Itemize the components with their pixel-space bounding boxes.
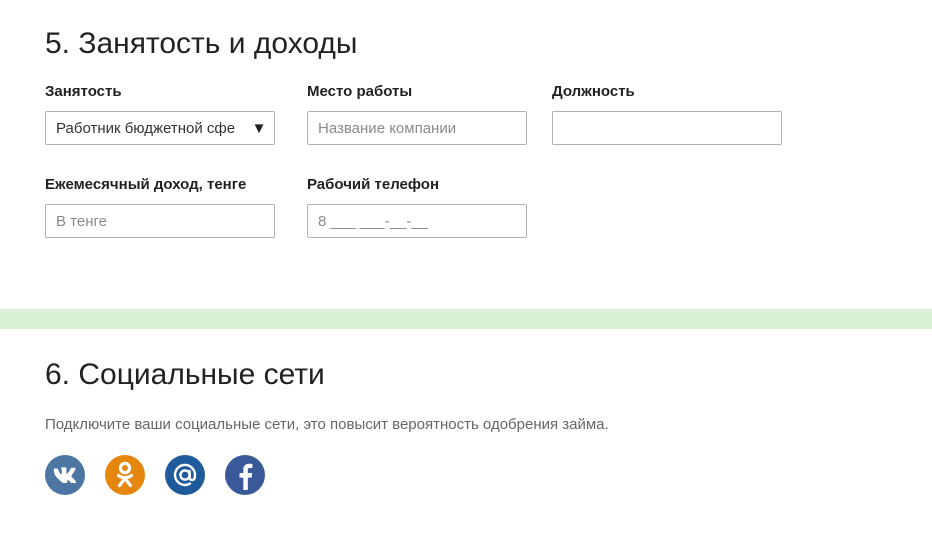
mail-at-icon — [173, 463, 197, 487]
social-description: Подключите ваши социальные сети, это пов… — [45, 416, 609, 433]
work-phone-label: Рабочий телефон — [307, 176, 440, 193]
section-title-employment: 5. Занятость и доходы — [45, 27, 358, 60]
vk-button[interactable] — [45, 455, 85, 495]
workplace-label: Место работы — [307, 83, 413, 100]
income-input[interactable] — [45, 204, 275, 238]
odnoklassniki-button[interactable] — [105, 455, 145, 495]
income-label: Ежемесячный доход, тенге — [45, 176, 247, 193]
dropdown-arrow-icon: ▼ — [248, 119, 274, 137]
employment-label: Занятость — [45, 83, 122, 100]
facebook-icon — [239, 463, 253, 490]
employment-select[interactable]: Работник бюджетной сфе ▼ — [45, 111, 275, 145]
odnoklassniki-icon — [116, 461, 134, 488]
facebook-button[interactable] — [225, 455, 265, 495]
vk-icon — [53, 467, 77, 483]
section-divider-band — [0, 309, 932, 329]
employment-select-value: Работник бюджетной сфе — [56, 119, 236, 137]
position-label: Должность — [552, 83, 635, 100]
position-input[interactable] — [552, 111, 782, 145]
mail-button[interactable] — [165, 455, 205, 495]
section-title-social: 6. Социальные сети — [45, 358, 325, 391]
work-phone-input[interactable] — [307, 204, 527, 238]
workplace-input[interactable] — [307, 111, 527, 145]
